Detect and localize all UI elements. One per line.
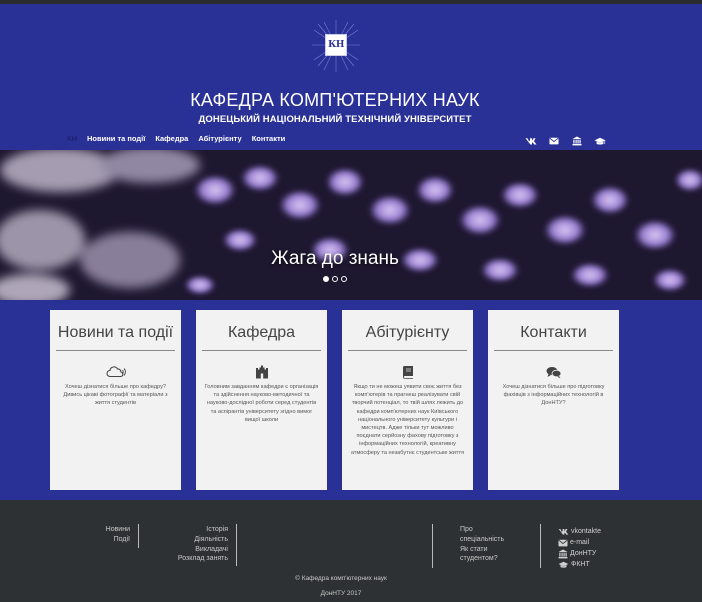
mail-icon bbox=[558, 539, 568, 546]
footer-social-links: vkontakte e-mail ДонНТУ ФКНТ bbox=[558, 526, 601, 570]
footer-link-become-student[interactable]: студентом? bbox=[460, 554, 530, 564]
footer-social-label: ДонНТУ bbox=[570, 550, 597, 557]
footer-link-specialty[interactable]: спеціальність bbox=[460, 535, 530, 545]
footer-links-news: Новини Події bbox=[84, 525, 130, 545]
card-divider bbox=[202, 350, 321, 351]
footer-divider bbox=[540, 524, 541, 568]
footer-link-schedule[interactable]: Розклад занять bbox=[160, 554, 228, 564]
carousel-indicators bbox=[323, 276, 347, 282]
vk-icon bbox=[558, 529, 569, 535]
card-news[interactable]: Новини та події Хочеш дізнатися більше п… bbox=[50, 310, 181, 490]
footer-social-label: ФКНТ bbox=[571, 561, 590, 568]
carousel-dot-3[interactable] bbox=[341, 276, 347, 282]
footer-link-about[interactable]: Про bbox=[460, 525, 530, 535]
main-nav: КН Новини та події Кафедра Абітурієнту К… bbox=[67, 134, 285, 143]
footer-link-events[interactable]: Події bbox=[84, 535, 130, 545]
card-divider bbox=[494, 350, 613, 351]
university-icon[interactable] bbox=[570, 135, 584, 147]
footer-social-fknt[interactable]: ФКНТ bbox=[558, 559, 601, 570]
footer-link-news[interactable]: Новини bbox=[84, 525, 130, 535]
cloud-icon bbox=[106, 364, 126, 380]
carousel-dot-2[interactable] bbox=[332, 276, 338, 282]
card-description: Якщо ти не можеш уявити своє життя без к… bbox=[350, 384, 465, 456]
card-contacts[interactable]: Контакти Хочеш дізнатися більше про підг… bbox=[488, 310, 619, 490]
comments-icon bbox=[544, 364, 564, 380]
department-logo[interactable]: КН bbox=[310, 18, 362, 74]
card-description: Хочеш дізнатися більше про підготовку фа… bbox=[502, 384, 605, 407]
card-description: Хочеш дізнатися більше про кафедру? Диви… bbox=[63, 384, 168, 407]
book-icon bbox=[398, 364, 418, 380]
card-title: Кафедра bbox=[227, 324, 296, 341]
footer-divider bbox=[138, 524, 139, 548]
logo-mark: КН bbox=[325, 34, 347, 56]
site-header: КН КАФЕДРА КОМП'ЮТЕРНИХ НАУК ДОНЕЦЬКИЙ Н… bbox=[0, 0, 702, 150]
hero-image bbox=[0, 150, 702, 300]
nav-home-logo[interactable]: КН bbox=[67, 134, 77, 143]
hero-carousel[interactable]: Жага до знань bbox=[0, 150, 702, 300]
site-subtitle: ДОНЕЦЬКИЙ НАЦІОНАЛЬНИЙ ТЕХНІЧНИЙ УНІВЕРС… bbox=[198, 114, 472, 125]
card-title: Абітурієнту bbox=[365, 324, 450, 341]
card-department[interactable]: Кафедра Головним завданням кафедри є орг… bbox=[196, 310, 327, 490]
university-icon bbox=[558, 549, 568, 558]
footer-divider bbox=[236, 524, 237, 566]
footer-year: ДонНТУ 2017 bbox=[320, 590, 362, 597]
footer-link-teachers[interactable]: Викладачі bbox=[160, 545, 228, 555]
graduation-cap-icon bbox=[558, 561, 569, 568]
nav-item-news[interactable]: Новини та події bbox=[87, 134, 145, 143]
footer-link-how-to[interactable]: Як стати bbox=[460, 545, 530, 555]
card-title: Новини та події bbox=[57, 324, 174, 341]
footer-divider bbox=[432, 524, 433, 568]
feature-cards-section: Новини та події Хочеш дізнатися більше п… bbox=[0, 300, 702, 500]
card-applicants[interactable]: Абітурієнту Якщо ти не можеш уявити своє… bbox=[342, 310, 473, 490]
site-title: КАФЕДРА КОМП'ЮТЕРНИХ НАУК bbox=[190, 90, 480, 110]
graduation-cap-icon[interactable] bbox=[593, 135, 607, 147]
hero-caption: Жага до знань bbox=[271, 248, 399, 269]
footer-social-vk[interactable]: vkontakte bbox=[558, 526, 601, 537]
footer-social-label: vkontakte bbox=[571, 528, 601, 535]
card-divider bbox=[56, 350, 175, 351]
castle-icon bbox=[252, 364, 272, 380]
footer-copyright: © Кафедра комп'ютерних наук bbox=[295, 575, 387, 582]
footer-social-label: e-mail bbox=[570, 539, 590, 546]
nav-item-department[interactable]: Кафедра bbox=[155, 134, 188, 143]
carousel-dot-1[interactable] bbox=[323, 276, 329, 282]
footer-links-department: Історія Діяльність Викладачі Розклад зан… bbox=[160, 525, 228, 564]
card-title: Контакти bbox=[520, 324, 587, 341]
footer-social-email[interactable]: e-mail bbox=[558, 537, 601, 548]
mail-icon[interactable] bbox=[547, 135, 561, 147]
card-divider bbox=[348, 350, 467, 351]
header-social-icons bbox=[524, 135, 607, 147]
card-description: Головним завданням кафедри є організація… bbox=[204, 384, 319, 423]
footer-link-history[interactable]: Історія bbox=[160, 525, 228, 535]
nav-item-contacts[interactable]: Контакти bbox=[252, 134, 286, 143]
nav-item-applicants[interactable]: Абітурієнту bbox=[198, 134, 241, 143]
footer-social-donntu[interactable]: ДонНТУ bbox=[558, 548, 601, 559]
vk-icon[interactable] bbox=[524, 135, 538, 147]
footer-links-applicants: Про спеціальність Як стати студентом? bbox=[460, 525, 530, 564]
footer-link-activity[interactable]: Діяльність bbox=[160, 535, 228, 545]
